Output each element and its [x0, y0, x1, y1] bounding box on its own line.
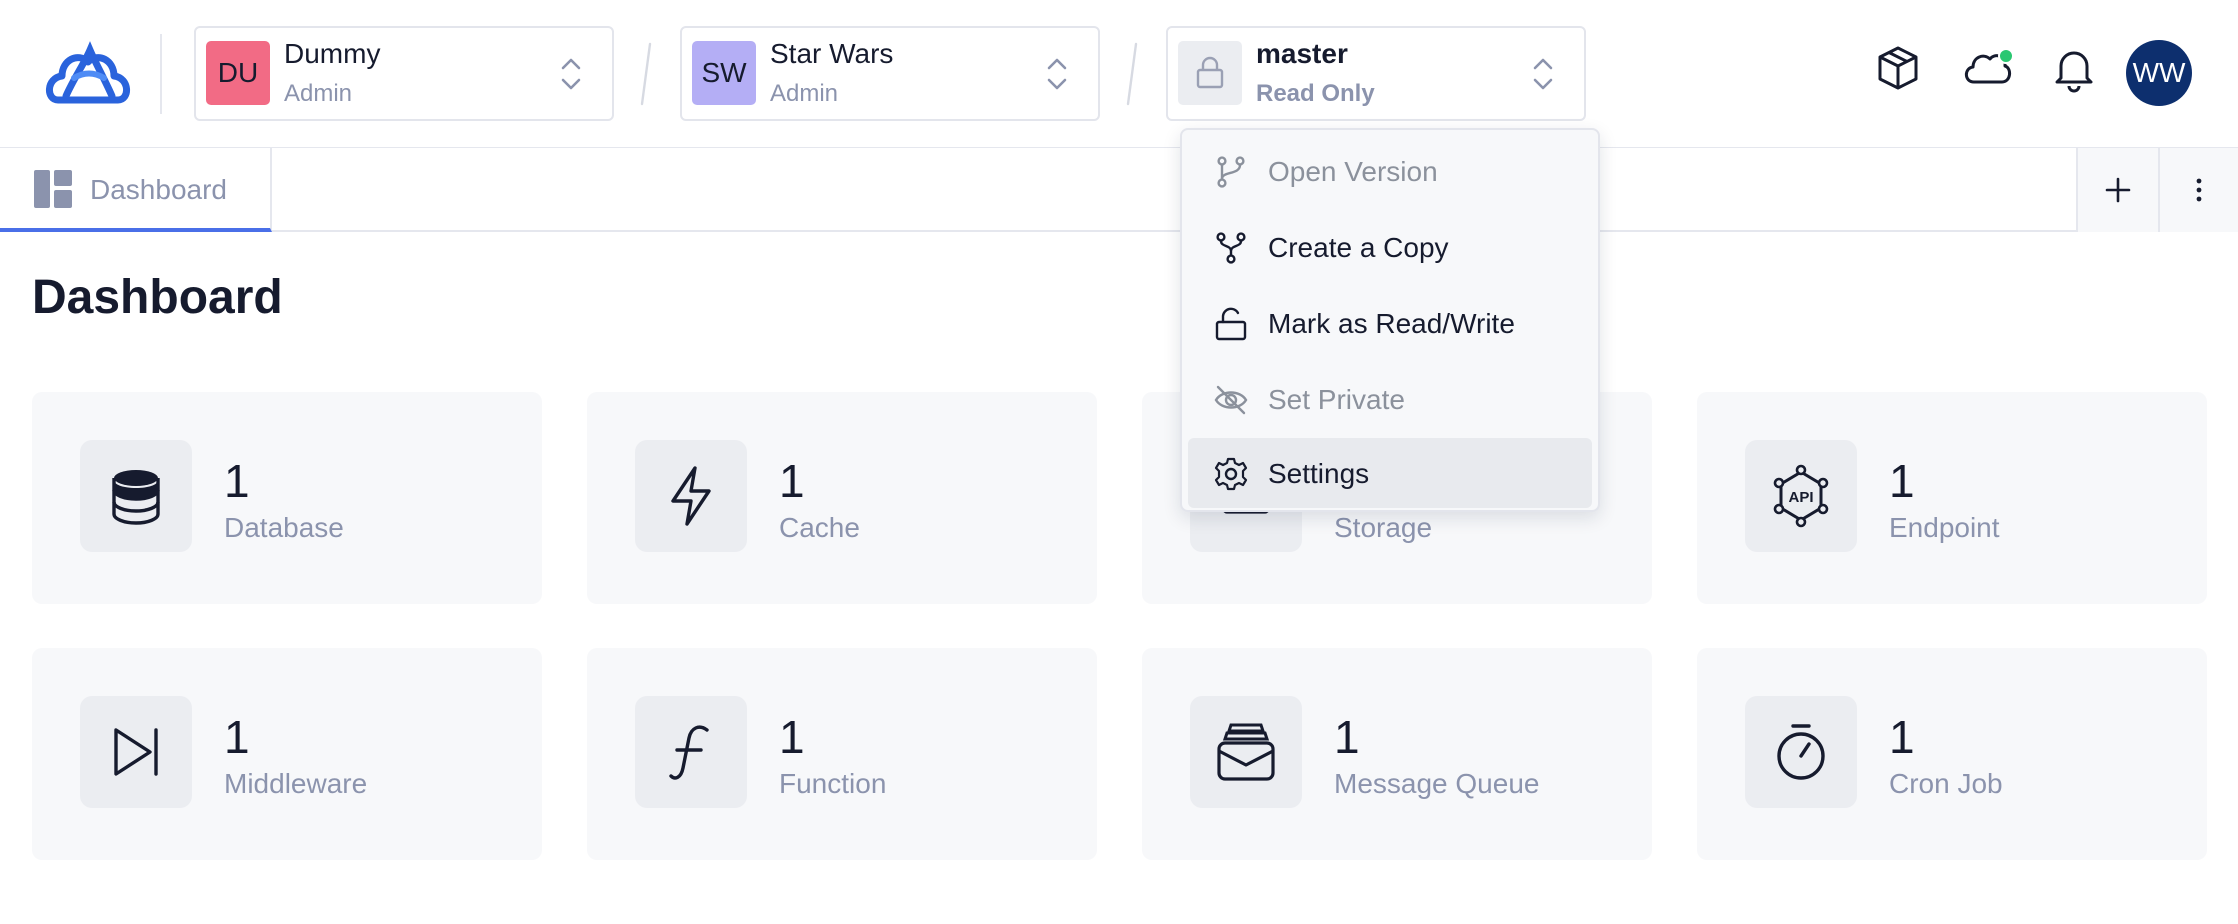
menu-item-label: Set Private	[1268, 384, 1405, 415]
card-label: Endpoint	[1889, 512, 2000, 543]
function-icon	[635, 696, 747, 808]
lightning-icon	[635, 440, 747, 552]
card-label: Database	[224, 512, 344, 543]
menu-item-label: Mark as Read/Write	[1268, 308, 1515, 339]
menu-item-label: Open Version	[1268, 156, 1438, 187]
organization-badge: DU	[206, 41, 270, 105]
top-bar: DU Dummy Admin SW Star Wars Admin master	[0, 0, 2238, 148]
tab-dashboard[interactable]: Dashboard	[0, 148, 272, 232]
eye-off-icon	[1214, 385, 1248, 415]
menu-item-settings[interactable]: Settings	[1188, 438, 1592, 508]
menu-item-set-private[interactable]: Set Private	[1188, 364, 1592, 434]
breadcrumb-separator	[1126, 42, 1138, 106]
plus-icon	[2105, 177, 2131, 203]
project-role: Admin	[770, 80, 839, 107]
message-queue-icon	[1190, 696, 1302, 808]
gear-icon	[1214, 457, 1248, 491]
card-count: 1	[779, 711, 805, 763]
resource-card-database[interactable]: 1 Database	[32, 392, 542, 604]
more-vertical-icon	[2196, 178, 2202, 202]
logo-divider	[160, 34, 162, 114]
user-avatar[interactable]: WW	[2126, 40, 2192, 106]
svg-text:API: API	[1788, 489, 1813, 506]
card-count: 1	[224, 455, 250, 507]
organization-name: Dummy	[284, 38, 381, 69]
menu-item-label: Settings	[1268, 458, 1370, 489]
card-label: Message Queue	[1334, 768, 1540, 799]
chevron-up-down-icon	[1047, 58, 1067, 90]
bell-icon[interactable]	[2048, 42, 2100, 94]
card-count: 1	[224, 711, 250, 763]
more-options-button[interactable]	[2158, 148, 2238, 232]
resource-card-cron-job[interactable]: 1 Cron Job	[1697, 648, 2207, 860]
resource-card-endpoint[interactable]: API 1 Endpoint	[1697, 392, 2207, 604]
api-icon: API	[1745, 440, 1857, 552]
git-fork-icon	[1216, 232, 1246, 264]
cloud-logo-icon[interactable]	[44, 38, 132, 110]
page-title: Dashboard	[32, 271, 283, 324]
resource-card-function[interactable]: 1 Function	[587, 648, 1097, 860]
card-count: 1	[779, 455, 805, 507]
online-status-dot	[1998, 48, 2014, 64]
resource-card-message-queue[interactable]: 1 Message Queue	[1142, 648, 1652, 860]
card-label: Middleware	[224, 768, 368, 799]
resource-card-middleware[interactable]: 1 Middleware	[32, 648, 542, 860]
card-label: Cron Job	[1889, 768, 2003, 799]
chevron-up-down-icon	[561, 58, 581, 90]
branch-selector[interactable]: master Read Only	[1166, 26, 1586, 121]
chevron-up-down-icon	[1533, 58, 1553, 90]
branch-name: master	[1256, 38, 1348, 69]
project-selector[interactable]: SW Star Wars Admin	[680, 26, 1100, 121]
branch-dropdown-menu: Open Version Create a Copy Mark as Read/…	[1180, 128, 1600, 512]
menu-item-create-copy[interactable]: Create a Copy	[1188, 212, 1592, 282]
project-badge: SW	[692, 41, 756, 105]
menu-item-label: Create a Copy	[1268, 232, 1449, 263]
stopwatch-icon	[1745, 696, 1857, 808]
card-count: 1	[1889, 711, 1915, 763]
git-branch-icon	[1217, 156, 1245, 188]
menu-item-open-version[interactable]: Open Version	[1188, 136, 1592, 206]
tab-bar: Dashboard	[0, 148, 2238, 232]
resource-card-cache[interactable]: 1 Cache	[587, 392, 1097, 604]
package-icon[interactable]	[1872, 42, 1924, 94]
card-label: Storage	[1334, 512, 1433, 543]
dashboard-layout-icon	[34, 170, 72, 208]
lock-icon	[1178, 41, 1242, 105]
database-icon	[80, 440, 192, 552]
skip-forward-icon	[80, 696, 192, 808]
breadcrumb-separator	[640, 42, 652, 106]
card-label: Function	[779, 768, 887, 799]
organization-selector[interactable]: DU Dummy Admin	[194, 26, 614, 121]
card-count: 1	[1334, 711, 1360, 763]
project-name: Star Wars	[770, 38, 894, 69]
add-tab-button[interactable]	[2076, 148, 2158, 232]
unlock-icon	[1215, 307, 1247, 341]
branch-mode: Read Only	[1256, 80, 1375, 107]
organization-role: Admin	[284, 80, 353, 107]
menu-item-mark-read-write[interactable]: Mark as Read/Write	[1188, 288, 1592, 358]
tab-label: Dashboard	[90, 174, 227, 205]
card-count: 1	[1889, 455, 1915, 507]
card-label: Cache	[779, 512, 860, 543]
